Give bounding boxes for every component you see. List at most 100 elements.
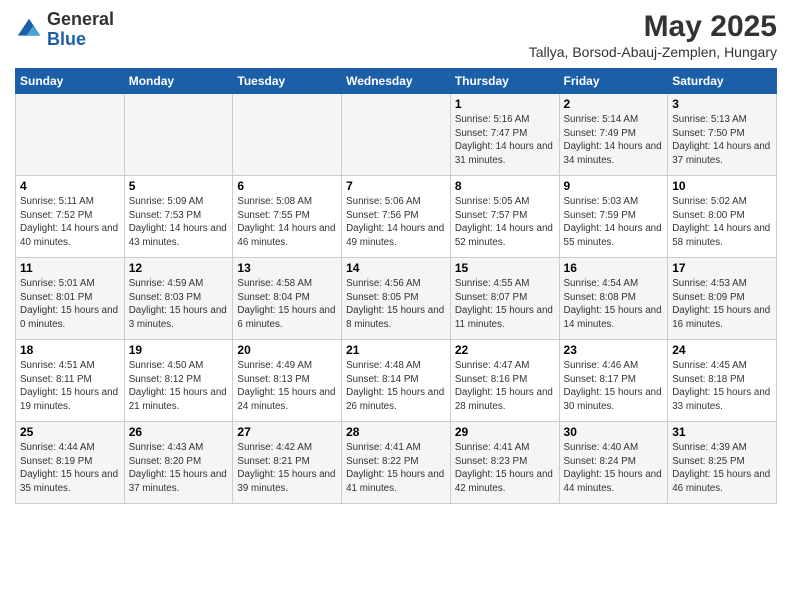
day-info: Sunrise: 5:08 AMSunset: 7:55 PMDaylight:… <box>237 195 337 250</box>
calendar-cell: 10Sunrise: 5:02 AMSunset: 8:00 PMDayligh… <box>668 176 777 258</box>
day-number: 15 <box>455 261 555 275</box>
day-number: 13 <box>237 261 337 275</box>
calendar-cell <box>124 94 233 176</box>
calendar-cell: 8 Sunrise: 5:05 AMSunset: 7:57 PMDaylight… <box>450 176 559 258</box>
calendar-cell: 7 Sunrise: 5:06 AMSunset: 7:56 PMDaylight… <box>342 176 451 258</box>
day-number: 5 <box>129 179 229 193</box>
day-number: 30 <box>564 425 664 439</box>
day-number: 26 <box>129 425 229 439</box>
week-row-2: 4Sunrise: 5:11 AMSunset: 7:52 PMDaylight… <box>16 176 777 258</box>
day-info: Sunrise: 4:46 AMSunset: 8:17 PMDaylight:… <box>564 359 664 414</box>
day-number: 9 <box>564 179 664 193</box>
day-number: 21 <box>346 343 446 357</box>
calendar-cell: 20Sunrise: 4:49 AMSunset: 8:13 PMDayligh… <box>233 340 342 422</box>
calendar-cell: 14 Sunrise: 4:56 AMSunset: 8:05 PMDayligh… <box>342 258 451 340</box>
column-header-sunday: Sunday <box>16 69 125 94</box>
day-number: 29 <box>455 425 555 439</box>
day-info: Sunrise: 5:03 AMSunset: 7:59 PMDaylight:… <box>564 195 664 250</box>
day-info: Sunrise: 4:44 AMSunset: 8:19 PMDaylight:… <box>20 441 120 496</box>
day-number: 31 <box>672 425 772 439</box>
day-info: Sunrise: 4:55 AMSunset: 8:07 PMDaylight:… <box>455 277 555 332</box>
day-info: Sunrise: 5:06 AMSunset: 7:56 PMDaylight:… <box>346 195 446 250</box>
week-row-3: 11 Sunrise: 5:01 AMSunset: 8:01 PMDayligh… <box>16 258 777 340</box>
day-info: Sunrise: 5:14 AMSunset: 7:49 PMDaylight:… <box>564 113 664 168</box>
day-info: Sunrise: 4:48 AMSunset: 8:14 PMDaylight:… <box>346 359 446 414</box>
day-info: Sunrise: 5:05 AMSunset: 7:57 PMDaylight:… <box>455 195 555 250</box>
page: General Blue May 2025 Tallya, Borsod-Aba… <box>0 0 792 612</box>
logo-general: General <box>47 9 114 29</box>
day-info: Sunrise: 4:56 AMSunset: 8:05 PMDaylight:… <box>346 277 446 332</box>
week-row-1: 1Sunrise: 5:16 AMSunset: 7:47 PMDaylight… <box>16 94 777 176</box>
title-block: May 2025 Tallya, Borsod-Abauj-Zemplen, H… <box>529 10 777 60</box>
calendar-cell: 17Sunrise: 4:53 AMSunset: 8:09 PMDayligh… <box>668 258 777 340</box>
calendar-cell: 2 Sunrise: 5:14 AMSunset: 7:49 PMDaylight… <box>559 94 668 176</box>
day-number: 25 <box>20 425 120 439</box>
day-number: 27 <box>237 425 337 439</box>
calendar-table: SundayMondayTuesdayWednesdayThursdayFrid… <box>15 68 777 504</box>
day-info: Sunrise: 4:47 AMSunset: 8:16 PMDaylight:… <box>455 359 555 414</box>
day-number: 12 <box>129 261 229 275</box>
day-number: 28 <box>346 425 446 439</box>
calendar-cell: 23 Sunrise: 4:46 AMSunset: 8:17 PMDayligh… <box>559 340 668 422</box>
calendar-cell: 28 Sunrise: 4:41 AMSunset: 8:22 PMDayligh… <box>342 422 451 504</box>
day-number: 3 <box>672 97 772 111</box>
calendar-cell: 21 Sunrise: 4:48 AMSunset: 8:14 PMDayligh… <box>342 340 451 422</box>
calendar-cell: 22 Sunrise: 4:47 AMSunset: 8:16 PMDayligh… <box>450 340 559 422</box>
calendar-cell <box>233 94 342 176</box>
calendar-cell: 29Sunrise: 4:41 AMSunset: 8:23 PMDayligh… <box>450 422 559 504</box>
day-number: 2 <box>564 97 664 111</box>
day-number: 16 <box>564 261 664 275</box>
calendar-cell <box>342 94 451 176</box>
calendar-cell: 11 Sunrise: 5:01 AMSunset: 8:01 PMDayligh… <box>16 258 125 340</box>
week-row-4: 18Sunrise: 4:51 AMSunset: 8:11 PMDayligh… <box>16 340 777 422</box>
calendar-cell: 25 Sunrise: 4:44 AMSunset: 8:19 PMDayligh… <box>16 422 125 504</box>
logo-icon <box>15 16 43 44</box>
day-number: 7 <box>346 179 446 193</box>
day-info: Sunrise: 4:39 AMSunset: 8:25 PMDaylight:… <box>672 441 772 496</box>
day-info: Sunrise: 4:58 AMSunset: 8:04 PMDaylight:… <box>237 277 337 332</box>
day-info: Sunrise: 5:09 AMSunset: 7:53 PMDaylight:… <box>129 195 229 250</box>
day-info: Sunrise: 4:40 AMSunset: 8:24 PMDaylight:… <box>564 441 664 496</box>
day-info: Sunrise: 4:50 AMSunset: 8:12 PMDaylight:… <box>129 359 229 414</box>
column-header-wednesday: Wednesday <box>342 69 451 94</box>
day-info: Sunrise: 4:45 AMSunset: 8:18 PMDaylight:… <box>672 359 772 414</box>
day-number: 17 <box>672 261 772 275</box>
calendar-cell: 5 Sunrise: 5:09 AMSunset: 7:53 PMDaylight… <box>124 176 233 258</box>
calendar-header-row: SundayMondayTuesdayWednesdayThursdayFrid… <box>16 69 777 94</box>
calendar-cell: 4Sunrise: 5:11 AMSunset: 7:52 PMDaylight… <box>16 176 125 258</box>
calendar-cell: 26 Sunrise: 4:43 AMSunset: 8:20 PMDayligh… <box>124 422 233 504</box>
header: General Blue May 2025 Tallya, Borsod-Aba… <box>15 10 777 60</box>
column-header-tuesday: Tuesday <box>233 69 342 94</box>
day-info: Sunrise: 4:42 AMSunset: 8:21 PMDaylight:… <box>237 441 337 496</box>
column-header-monday: Monday <box>124 69 233 94</box>
day-number: 22 <box>455 343 555 357</box>
day-number: 19 <box>129 343 229 357</box>
day-info: Sunrise: 4:49 AMSunset: 8:13 PMDaylight:… <box>237 359 337 414</box>
day-number: 11 <box>20 261 120 275</box>
calendar-cell: 16Sunrise: 4:54 AMSunset: 8:08 PMDayligh… <box>559 258 668 340</box>
day-number: 1 <box>455 97 555 111</box>
day-number: 23 <box>564 343 664 357</box>
calendar-cell: 12Sunrise: 4:59 AMSunset: 8:03 PMDayligh… <box>124 258 233 340</box>
day-info: Sunrise: 5:02 AMSunset: 8:00 PMDaylight:… <box>672 195 772 250</box>
calendar-cell: 13 Sunrise: 4:58 AMSunset: 8:04 PMDayligh… <box>233 258 342 340</box>
logo: General Blue <box>15 10 114 50</box>
calendar-cell: 6Sunrise: 5:08 AMSunset: 7:55 PMDaylight… <box>233 176 342 258</box>
calendar-cell: 19 Sunrise: 4:50 AMSunset: 8:12 PMDayligh… <box>124 340 233 422</box>
day-number: 4 <box>20 179 120 193</box>
day-info: Sunrise: 4:51 AMSunset: 8:11 PMDaylight:… <box>20 359 120 414</box>
column-header-thursday: Thursday <box>450 69 559 94</box>
week-row-5: 25 Sunrise: 4:44 AMSunset: 8:19 PMDayligh… <box>16 422 777 504</box>
calendar-cell: 9 Sunrise: 5:03 AMSunset: 7:59 PMDaylight… <box>559 176 668 258</box>
day-number: 14 <box>346 261 446 275</box>
day-number: 8 <box>455 179 555 193</box>
logo-text: General Blue <box>47 10 114 50</box>
day-info: Sunrise: 4:43 AMSunset: 8:20 PMDaylight:… <box>129 441 229 496</box>
day-info: Sunrise: 4:41 AMSunset: 8:22 PMDaylight:… <box>346 441 446 496</box>
calendar-cell: 3Sunrise: 5:13 AMSunset: 7:50 PMDaylight… <box>668 94 777 176</box>
calendar-cell: 15 Sunrise: 4:55 AMSunset: 8:07 PMDayligh… <box>450 258 559 340</box>
calendar-cell: 1Sunrise: 5:16 AMSunset: 7:47 PMDaylight… <box>450 94 559 176</box>
calendar-cell: 31 Sunrise: 4:39 AMSunset: 8:25 PMDayligh… <box>668 422 777 504</box>
column-header-friday: Friday <box>559 69 668 94</box>
day-info: Sunrise: 5:01 AMSunset: 8:01 PMDaylight:… <box>20 277 120 332</box>
